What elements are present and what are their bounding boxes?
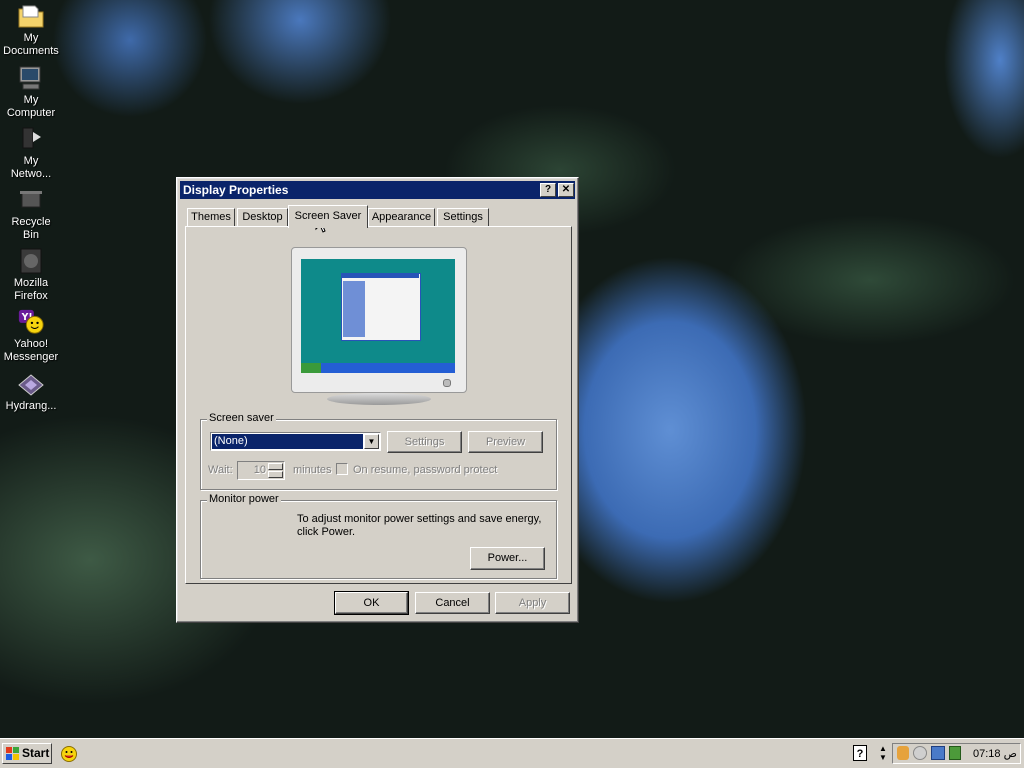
help-button[interactable]: ? <box>540 183 556 197</box>
tab-appearance[interactable]: Appearance <box>368 208 435 226</box>
minutes-label: minutes <box>293 464 332 476</box>
icon-label: Recycle Bin <box>11 216 51 241</box>
help-tray-icon[interactable]: ? <box>853 745 867 761</box>
desktop-icon-recycle-bin[interactable]: Recycle Bin <box>0 186 62 242</box>
chevron-up-down-icon[interactable]: ▲ ▼ <box>879 744 887 762</box>
icon-label: My Netwo... <box>10 155 52 180</box>
image-file-icon <box>17 370 45 398</box>
recycle-bin-icon <box>17 186 45 214</box>
icon-label: Yahoo! Messenger <box>3 338 59 363</box>
apply-button[interactable]: Apply <box>495 592 570 614</box>
icon-label: My Documents <box>3 32 59 57</box>
screen-saver-panel: Screen saver (None) ▼ Settings Preview W… <box>185 226 572 584</box>
icon-label: My Computer <box>6 94 56 119</box>
firefox-icon <box>17 247 45 275</box>
taskbar: Start ? ▲ ▼ 07:18 ص <box>0 738 1024 768</box>
spin-down-button[interactable] <box>268 471 283 478</box>
password-protect-label: On resume, password protect <box>353 464 498 476</box>
tab-screen-saver[interactable]: Screen Saver <box>288 205 368 228</box>
screen-saver-selected: (None) <box>212 434 363 449</box>
display-properties-dialog: Display Properties ? ✕ Themes Desktop Sc… <box>176 177 579 623</box>
yahoo-quicklaunch-icon[interactable] <box>60 745 78 766</box>
security-tray-icon[interactable] <box>949 746 961 760</box>
tab-themes[interactable]: Themes <box>187 208 235 226</box>
yahoo-messenger-icon: Y! <box>17 308 45 336</box>
ok-button[interactable]: OK <box>334 591 409 615</box>
monitor-preview <box>291 247 467 407</box>
desktop-icon-my-network[interactable]: My Netwo... <box>0 125 62 181</box>
network-tray-icon[interactable] <box>931 746 945 760</box>
wait-value: 10 <box>253 464 266 476</box>
system-tray: 07:18 ص <box>892 743 1021 764</box>
messenger-tray-icon[interactable] <box>913 746 927 760</box>
description-line: click Power. <box>297 526 356 538</box>
monitor-power-group-label: Monitor power <box>207 493 281 505</box>
clock[interactable]: 07:18 ص <box>973 747 1017 760</box>
cancel-button[interactable]: Cancel <box>415 592 490 614</box>
desktop-icon-yahoo-messenger[interactable]: Y! Yahoo! Messenger <box>0 308 62 364</box>
power-button[interactable]: Power... <box>470 547 545 570</box>
monitor-screen <box>301 259 455 373</box>
folder-icon <box>17 2 45 30</box>
speaker-icon[interactable] <box>897 746 909 760</box>
description-line: To adjust monitor power settings and sav… <box>297 513 542 525</box>
screen-saver-group-label: Screen saver <box>207 412 276 424</box>
password-protect-checkbox[interactable] <box>336 463 348 475</box>
title-bar[interactable]: Display Properties ? ✕ <box>180 181 575 199</box>
tab-settings[interactable]: Settings <box>437 208 489 226</box>
desktop-icon-my-computer[interactable]: My Computer <box>0 64 62 120</box>
start-label: Start <box>22 746 50 760</box>
start-button[interactable]: Start <box>2 743 52 764</box>
wait-label: Wait: <box>208 464 233 476</box>
icon-label: Hydrang... <box>5 400 57 412</box>
computer-icon <box>17 64 45 92</box>
spin-up-button[interactable] <box>268 463 283 470</box>
monitor-power-description: To adjust monitor power settings and sav… <box>297 513 541 539</box>
desktop-icon-my-documents[interactable]: My Documents <box>0 2 62 58</box>
dialog-title: Display Properties <box>183 183 289 197</box>
wait-spinner[interactable]: 10 <box>237 461 285 480</box>
monitor-power-group: Monitor power To adjust monitor power se… <box>200 493 557 579</box>
chevron-down-icon[interactable]: ▼ <box>364 434 379 449</box>
tab-desktop[interactable]: Desktop <box>237 208 288 226</box>
preview-button[interactable]: Preview <box>468 431 543 453</box>
desktop-icon-mozilla-firefox[interactable]: Mozilla Firefox <box>0 247 62 303</box>
screen-saver-select[interactable]: (None) ▼ <box>210 432 381 451</box>
network-icon <box>17 125 45 153</box>
icon-label: Mozilla Firefox <box>13 277 49 302</box>
windows-logo-icon <box>6 747 19 760</box>
desktop-icon-hydrangea[interactable]: Hydrang... <box>0 370 62 413</box>
settings-button[interactable]: Settings <box>387 431 462 453</box>
close-button[interactable]: ✕ <box>558 183 574 197</box>
screen-saver-group: Screen saver (None) ▼ Settings Preview W… <box>200 412 557 490</box>
